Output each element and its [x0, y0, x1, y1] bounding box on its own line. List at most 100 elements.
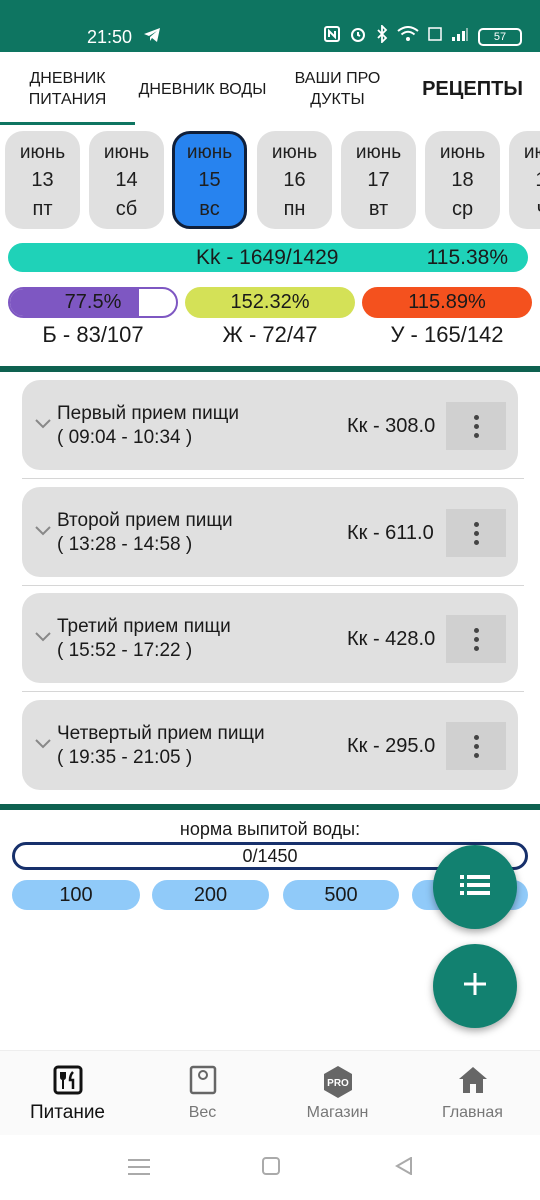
meal-card[interactable]: Четвертый прием пищи ( 19:35 - 21:05 ) К…	[22, 700, 518, 790]
date-chip-selected[interactable]: июнь 15 вс	[172, 131, 247, 229]
date-day: 14	[115, 169, 138, 191]
home-icon	[457, 1065, 489, 1100]
protein-percent: 77.5%	[64, 291, 122, 313]
protein-label: Б - 83/107	[42, 322, 144, 347]
wifi-icon	[397, 26, 419, 47]
volte-icon	[428, 26, 442, 47]
fat-progress-bar: 152.32%	[185, 287, 355, 318]
pro-badge-icon: PRO	[321, 1065, 355, 1104]
tab-food-diary[interactable]: Дневник питания	[0, 52, 135, 126]
battery-icon: 57	[478, 27, 522, 46]
date-day: 13	[31, 169, 54, 191]
section-divider	[0, 804, 540, 810]
date-day: 18	[451, 169, 474, 191]
date-weekday: пт	[32, 198, 53, 220]
nav-label: Вес	[188, 1104, 217, 1121]
active-tab-indicator	[0, 122, 135, 125]
carbs-progress-bar: 115.89%	[362, 287, 532, 318]
list-fab-button[interactable]	[433, 845, 517, 929]
nav-item-shop[interactable]: PRO Магазин	[270, 1051, 405, 1136]
protein-progress-bar: 77.5%	[8, 287, 178, 318]
more-vert-icon[interactable]	[446, 509, 506, 557]
date-chip[interactable]: июнь 16 пн	[257, 131, 332, 229]
date-chip[interactable]: июнь 13 пт	[5, 131, 80, 229]
meal-separator	[22, 478, 524, 479]
status-icons: 57	[324, 23, 522, 48]
date-month: июнь	[271, 142, 318, 163]
back-icon[interactable]	[394, 1156, 413, 1180]
meal-time: ( 15:52 - 17:22 )	[57, 640, 193, 661]
chevron-down-icon[interactable]	[34, 737, 52, 755]
nav-item-home[interactable]: Главная	[405, 1051, 540, 1136]
date-month: июнь	[186, 142, 233, 163]
nav-label: Магазин	[306, 1104, 369, 1121]
plus-icon	[463, 972, 487, 1001]
more-vert-icon[interactable]	[446, 722, 506, 770]
water-add-100-button[interactable]: 100	[12, 880, 140, 910]
tab-your-products[interactable]: Ваши про дукты	[270, 52, 405, 126]
date-weekday: вт	[368, 198, 389, 220]
meal-time: ( 13:28 - 14:58 )	[57, 534, 193, 555]
nav-label: Главная	[442, 1104, 503, 1121]
date-day: 15	[198, 169, 221, 191]
fat-percent: 152.32%	[230, 291, 310, 313]
more-vert-icon[interactable]	[446, 402, 506, 450]
chevron-down-icon[interactable]	[34, 630, 52, 648]
recent-apps-icon[interactable]	[128, 1158, 150, 1181]
date-chip[interactable]: июнь 18 ср	[425, 131, 500, 229]
kcal-percent: 115.38%	[426, 246, 508, 269]
water-add-200-button[interactable]: 200	[152, 880, 269, 910]
meal-kcal: Кк - 611.0	[347, 522, 434, 544]
signal-icon	[451, 26, 469, 47]
date-weekday: чт	[509, 195, 540, 223]
meal-card[interactable]: Второй прием пищи ( 13:28 - 14:58 ) Кк -…	[22, 487, 518, 577]
carbs-label: У - 165/142	[390, 322, 504, 347]
meal-kcal: Кк - 428.0	[347, 628, 436, 650]
nav-item-nutrition[interactable]: Питание	[0, 1051, 135, 1136]
date-day: 16	[283, 169, 306, 191]
date-month: июнь	[19, 142, 66, 163]
date-selector: июнь 13 пт июнь 14 сб июнь 15 вс июнь 16…	[0, 128, 540, 232]
kcal-progress-bar: Kk - 1649/1429 115.38%	[8, 243, 528, 272]
status-time: 21:50	[87, 27, 133, 47]
meal-title: Четвертый прием пищи	[57, 723, 265, 744]
nav-item-weight[interactable]: Вес	[135, 1051, 270, 1136]
date-month: июнь	[103, 142, 150, 163]
list-icon	[460, 874, 490, 901]
meal-title: Второй прием пищи	[57, 510, 233, 531]
more-vert-icon[interactable]	[446, 615, 506, 663]
home-button-icon[interactable]	[262, 1157, 280, 1180]
water-norm-title: норма выпитой воды:	[179, 819, 361, 839]
date-day: 19	[509, 165, 540, 195]
date-month: июнь	[355, 142, 402, 163]
water-add-500-button[interactable]: 500	[283, 880, 399, 910]
date-chip[interactable]: июнь 14 сб	[89, 131, 164, 229]
system-navigation-bar	[0, 1135, 540, 1200]
status-bar: 21:50 57	[0, 0, 540, 52]
meal-title: Первый прием пищи	[57, 403, 239, 424]
tab-water-diary[interactable]: Дневник воды	[135, 52, 270, 126]
date-month: июнь	[523, 142, 540, 163]
meal-time: ( 09:04 - 10:34 )	[57, 427, 193, 448]
tab-recipes[interactable]: Рецепты	[405, 52, 540, 126]
meal-title: Третий прием пищи	[57, 616, 231, 637]
date-weekday: сб	[115, 198, 138, 220]
scale-icon	[189, 1065, 217, 1100]
chevron-down-icon[interactable]	[34, 524, 52, 542]
meal-time: ( 19:35 - 21:05 )	[57, 747, 193, 768]
chevron-down-icon[interactable]	[34, 417, 52, 435]
bottom-navigation: Питание Вес PRO Магазин Главная	[0, 1050, 540, 1135]
section-divider	[0, 366, 540, 372]
date-chip[interactable]: июнь 19 чт	[509, 131, 540, 229]
meal-card[interactable]: Третий прием пищи ( 15:52 - 17:22 ) Кк -…	[22, 593, 518, 683]
add-fab-button[interactable]	[433, 944, 517, 1028]
date-chip[interactable]: июнь 17 вт	[341, 131, 416, 229]
date-month: июнь	[439, 142, 486, 163]
date-day: 17	[367, 169, 390, 191]
carbs-percent: 115.89%	[408, 291, 486, 313]
nfc-icon	[324, 26, 340, 47]
meal-card[interactable]: Первый прием пищи ( 09:04 - 10:34 ) Кк -…	[22, 380, 518, 470]
pro-badge-text: PRO	[327, 1078, 349, 1089]
meal-separator	[22, 691, 524, 692]
telegram-icon	[143, 27, 161, 48]
